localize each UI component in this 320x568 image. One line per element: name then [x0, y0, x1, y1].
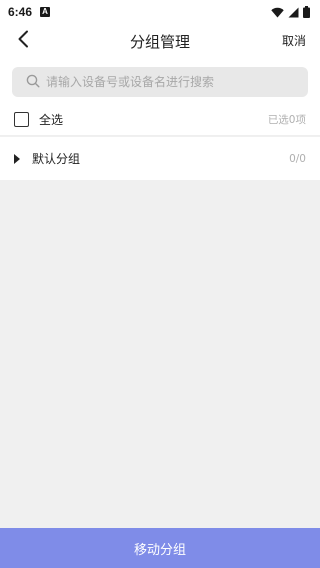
group-count: 0/0 — [289, 152, 306, 165]
select-all-label[interactable]: 全选 — [39, 111, 63, 128]
cancel-button[interactable]: 取消 — [282, 32, 306, 49]
page-title: 分组管理 — [129, 32, 190, 51]
battery-icon — [303, 3, 310, 22]
wifi-icon — [271, 3, 284, 22]
status-bar: 6:46 A — [0, 0, 320, 24]
status-icons — [271, 3, 310, 22]
notification-a-icon: A — [40, 7, 51, 17]
selected-count: 已选0项 — [267, 114, 306, 126]
search-box[interactable] — [12, 67, 308, 97]
search-icon — [26, 73, 40, 92]
signal-icon — [288, 3, 299, 22]
select-all-row: 全选 已选0项 — [0, 104, 320, 136]
chevron-left-icon — [17, 30, 29, 52]
group-management-screen: 6:46 A 分组管理 取消 请输入设备号或设备名进行搜索 全选 已选0项 默认… — [0, 0, 320, 568]
group-name: 默认分组 — [32, 152, 81, 166]
search-input[interactable] — [46, 75, 286, 89]
back-button[interactable] — [10, 28, 36, 54]
select-all-checkbox[interactable] — [14, 112, 29, 127]
triangle-right-icon[interactable] — [14, 153, 20, 164]
group-row-default[interactable]: 默认分组 0/0 — [0, 137, 320, 180]
search-section — [0, 58, 320, 104]
status-time: 6:46 — [8, 5, 33, 19]
app-header: 分组管理 取消 — [0, 24, 320, 58]
move-group-button[interactable]: 移动分组 — [0, 528, 320, 568]
